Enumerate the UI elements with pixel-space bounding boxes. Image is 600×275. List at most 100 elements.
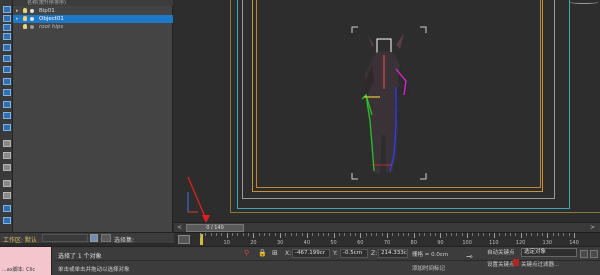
character-model[interactable] [344,25,434,185]
minor-tick [328,233,330,236]
goto-start-icon[interactable] [580,250,588,258]
link-icon[interactable] [3,33,11,40]
y-label: Y: [333,250,338,257]
workspace-selector[interactable]: 工作区: 默认 [3,235,37,244]
minor-tick [568,233,570,236]
major-tick [360,233,362,238]
visibility-bulb-icon[interactable] [23,16,27,21]
set-key-button[interactable]: 设置关键点 [487,260,515,268]
trackbar[interactable]: 0102030405060708090100110120130140 [174,232,600,246]
node-dot-icon [30,17,34,21]
minor-tick [376,233,378,236]
major-tick [467,233,469,238]
tree-item-object01[interactable]: ▸ Object01 [13,15,173,23]
minor-tick [424,233,426,236]
auto-key-button[interactable]: 自动关键点 [487,248,515,256]
viewcube-icon[interactable] [569,0,599,4]
minor-tick [205,233,207,236]
node-dot-icon [30,9,34,13]
viewport-perspective[interactable] [174,0,600,223]
prev-frame-icon[interactable]: < [177,224,182,231]
key-target-dropdown[interactable]: 选定对象 [521,248,577,257]
minor-tick [221,233,223,236]
x-label: X: [285,250,292,257]
minor-tick [349,233,351,236]
play-icon[interactable] [590,250,598,258]
workspace-dropdown[interactable] [42,234,88,242]
isolate-icon[interactable]: ⚲ [244,249,249,257]
tree-item-label: root hips [39,24,64,30]
link-icon[interactable] [3,24,11,31]
select-icon[interactable] [3,6,11,13]
absolute-mode-icon[interactable]: ⊞ [272,249,278,257]
y-coordinate-field[interactable]: -0.5cm [340,249,368,258]
align-icon[interactable] [3,112,11,119]
minor-tick [381,233,383,236]
filter-icon[interactable] [3,180,11,187]
selection-status-text: 选择了 1 个对象 [58,253,102,260]
minor-tick [557,233,559,236]
maxscript-listener[interactable]: ...ax脚本: Clic [0,247,52,275]
x-coordinate-field[interactable]: -467.199cr [292,249,330,258]
set-key-icon[interactable]: ⊸ [466,252,473,261]
major-tick [306,233,308,238]
visibility-bulb-icon[interactable] [23,24,27,29]
scale-icon[interactable] [3,66,11,73]
minor-tick [338,233,340,236]
minor-tick [419,233,421,236]
major-tick [547,233,549,238]
move-icon[interactable] [3,44,11,51]
next-frame-icon[interactable]: > [590,224,595,231]
rotate-icon[interactable] [3,55,11,62]
minor-tick [477,233,479,236]
add-time-tag-button[interactable]: 添加时间标记 [412,264,445,272]
camera-icon[interactable] [3,217,11,224]
minor-tick [403,233,405,236]
mirror-icon[interactable] [3,101,11,108]
minor-tick [509,233,511,236]
lock-icon[interactable]: 🔒 [258,249,267,257]
minor-tick [312,233,314,236]
minor-tick [370,233,372,236]
expand-arrow-icon[interactable]: ▸ [16,7,19,15]
light-icon[interactable] [3,205,11,212]
minor-tick [365,233,367,236]
frame-ruler[interactable]: 0102030405060708090100110120130140 [200,233,600,247]
snap-icon[interactable] [3,78,11,85]
key-filters-button[interactable]: 关键点过滤器... [521,260,559,268]
time-slider[interactable]: < 0 / 140 > [174,222,600,232]
minor-tick [210,233,212,236]
select-icon[interactable] [3,15,11,22]
key-mode-icon[interactable] [513,259,519,266]
minor-tick [456,233,458,236]
node-dot-icon [30,25,34,29]
major-tick [440,233,442,238]
z-coordinate-field[interactable]: 214.333cr [378,249,408,258]
minor-tick [451,233,453,236]
minor-tick [504,233,506,236]
minor-tick [536,233,538,236]
curve-editor-icon[interactable] [178,235,190,244]
explorer-column-header[interactable]: 名称(按升序排序) [13,0,173,6]
layer-icon[interactable] [3,140,11,147]
minor-tick [242,233,244,236]
minor-tick [499,233,501,236]
status-bar: ...ax脚本: Clic 选择了 1 个对象 单击或单击并拖动以选择对象 ⚲ … [0,246,600,275]
minor-tick [525,233,527,236]
time-slider-thumb[interactable]: 0 / 140 [186,224,244,232]
layer-icon[interactable] [3,124,11,131]
layer-icon[interactable] [90,234,98,242]
expand-arrow-icon[interactable]: ▸ [16,15,19,23]
major-tick [413,233,415,238]
snap-icon[interactable] [3,89,11,96]
graph-icon[interactable] [3,192,11,199]
tree-item-root-hips[interactable]: root hips [13,23,173,31]
render-icon[interactable] [3,152,11,159]
layer-dropdown-icon[interactable] [101,234,111,242]
tree-item-bip01[interactable]: ▸ Bip01 [13,7,173,15]
minor-tick [296,233,298,236]
render-icon[interactable] [3,164,11,171]
z-label: Z: [371,250,378,257]
workspace-bar: 工作区: 默认 选择集: [0,232,174,244]
visibility-bulb-icon[interactable] [23,8,27,13]
